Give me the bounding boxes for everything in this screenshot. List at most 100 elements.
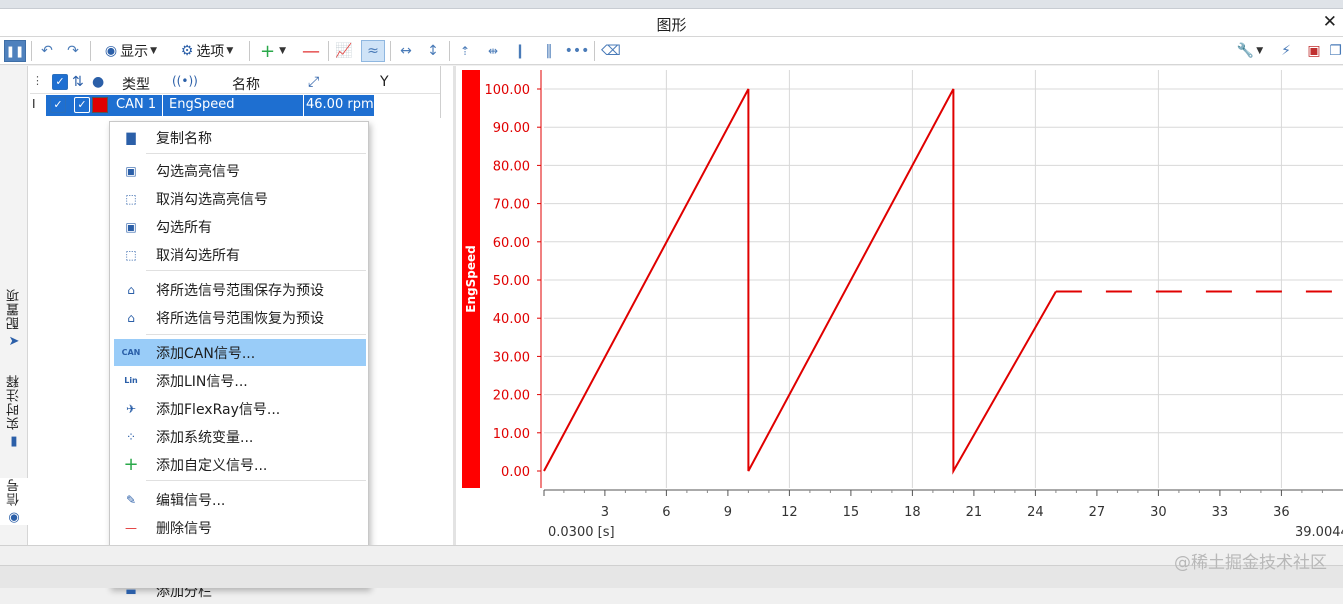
menu-item[interactable]: CAN 添加CAN信号... — [114, 339, 366, 366]
menu-item[interactable]: ▇ 复制名称 — [114, 124, 366, 151]
more-button[interactable]: ••• — [565, 40, 590, 62]
y-tick-label: 20.00 — [493, 389, 530, 404]
chart-area[interactable]: EngSpeed 0.00 10.00 20.00 30.00 40.00 50.00 60.… — [456, 66, 1343, 545]
row-value-cell: 46.00 rpm — [304, 95, 374, 116]
row-highlight-checkbox[interactable]: ✓ — [74, 97, 90, 113]
copy-icon: ❐ — [1329, 43, 1342, 59]
side-tab-strip: 配置项 ➤ 实时注释 ▮ 信号 ◉ — [0, 66, 28, 545]
axis-icon: ⤢ — [308, 74, 320, 90]
side-tab-config[interactable]: 配置项 ➤ — [0, 288, 28, 349]
cursor-one-button[interactable]: ❙ — [513, 40, 527, 62]
broadcast-icon: ((•)) — [172, 74, 198, 88]
x-tick-label: 15 — [843, 505, 860, 520]
zoom-in-icon: ⇡ — [459, 44, 471, 58]
remove-signal-button[interactable]: — — [298, 40, 324, 62]
zoom-out-button[interactable]: ⇹ — [482, 40, 504, 62]
palette-icon: ● — [92, 74, 105, 90]
menu-item[interactable]: ⁘ 添加系统变量... — [114, 423, 366, 450]
check-all-header-checkbox[interactable]: ✓ — [52, 73, 68, 90]
show-menu-button[interactable]: ◉ 显示 ▼ — [96, 40, 166, 62]
options-menu-label: 选项 — [196, 44, 225, 60]
side-tab-annotation[interactable]: 实时注释 ▮ — [0, 374, 28, 449]
toolbar-separator — [449, 41, 450, 61]
menu-item[interactable]: ▣ 勾选所有 — [114, 213, 366, 240]
menu-item[interactable]: — 删除信号 — [114, 514, 366, 541]
x-tick-label: 27 — [1089, 505, 1106, 520]
eraser-button[interactable]: ⌫ — [600, 40, 622, 62]
row-checkbox[interactable]: ✓ — [50, 97, 66, 113]
menu-item-label: 取消勾选所有 — [156, 247, 240, 264]
menu-item[interactable]: Lin 添加LIN信号... — [114, 367, 366, 394]
chart-svg: EngSpeed0.0010.0020.0030.0040.0050.0060.… — [462, 70, 1343, 540]
window-icon: ▣ — [1307, 43, 1321, 59]
y-column-header[interactable]: Y — [380, 74, 389, 90]
x-tick-label: 36 — [1273, 505, 1290, 520]
row-menu-icon[interactable]: ⋮ — [32, 74, 43, 87]
single-axis-button[interactable]: 📈 — [333, 40, 355, 62]
zoom-in-button[interactable]: ⇡ — [455, 40, 475, 62]
menu-item[interactable]: ▣ 勾选高亮信号 — [114, 157, 366, 184]
x-tick-label: 21 — [966, 505, 983, 520]
y-tick-label: 50.00 — [493, 274, 530, 289]
eraser-icon: ⌫ — [601, 43, 621, 59]
undo-button[interactable]: ↶ — [36, 40, 58, 62]
context-menu: ▇ 复制名称 ▣ 勾选高亮信号 ⬚ 取消勾选高亮信号 ▣ 勾选所有 ⬚ 取消勾选所有 ⌂ 将所选信号范… — [109, 121, 369, 600]
watermark: @稀土掘金技术社区 — [1174, 553, 1327, 573]
menu-item[interactable]: + 添加自定义信号... — [114, 451, 366, 478]
minus-icon: — — [125, 520, 137, 535]
menu-item[interactable]: ⌂ 将所选信号范围恢复为预设 — [114, 304, 366, 331]
tools-button[interactable]: 🔧 ▼ — [1234, 40, 1266, 62]
pause-button[interactable]: ❚❚ — [4, 40, 26, 62]
menu-item-label: 取消勾选高亮信号 — [156, 191, 268, 208]
x-tick-label: 6 — [662, 505, 670, 520]
x-end-label: 39.0044 — [1295, 525, 1343, 540]
note-icon: ▮ — [10, 434, 18, 449]
y-axis-label: EngSpeed — [464, 245, 478, 312]
options-menu-button[interactable]: ⚙ 选项 ▼ — [172, 40, 242, 62]
x-tick-label: 12 — [781, 505, 798, 520]
side-tab-config-label: 配置项 — [6, 288, 22, 330]
show-menu-label: 显示 — [120, 44, 149, 60]
table-row[interactable]: I ✓ ✓ CAN 1 EngSpeed 46.00 rpm — [30, 95, 440, 116]
window-layout-button[interactable]: ▣ — [1304, 40, 1324, 62]
menu-item[interactable]: ⬚ 取消勾选所有 — [114, 241, 366, 268]
toolbar-separator — [594, 41, 595, 61]
fit-vertical-button[interactable]: ↕ — [422, 40, 444, 62]
menu-item-label: 添加LIN信号... — [156, 373, 248, 390]
menu-item[interactable]: ✈ 添加FlexRay信号... — [114, 395, 366, 422]
home-restore-icon: ⌂ — [127, 310, 135, 325]
signal-color-swatch[interactable] — [92, 97, 108, 113]
sort-icon[interactable]: ⇅ — [72, 74, 84, 90]
close-button[interactable]: ✕ — [1323, 12, 1337, 32]
menu-item[interactable]: ⌂ 将所选信号范围保存为预设 — [114, 276, 366, 303]
check-highlight-icon: ▣ — [125, 163, 137, 178]
trigger-button[interactable]: ⚡ — [1276, 40, 1296, 62]
y-tick-label: 80.00 — [493, 159, 530, 174]
menu-item-label: 添加系统变量... — [156, 429, 254, 446]
x-tick-label: 3 — [601, 505, 609, 520]
lightning-icon: ⚡ — [1281, 43, 1291, 59]
redo-button[interactable]: ↷ — [62, 40, 84, 62]
y-tick-label: 10.00 — [493, 427, 530, 442]
add-signal-button[interactable]: + ▼ — [255, 40, 291, 62]
cursor-two-button[interactable]: ‖ — [541, 40, 557, 62]
undo-icon: ↶ — [41, 43, 53, 59]
y-tick-label: 0.00 — [501, 465, 530, 480]
window-title: 图形 — [656, 16, 687, 34]
menu-item[interactable]: ⬚ 取消勾选高亮信号 — [114, 185, 366, 212]
menu-item-label: 将所选信号范围保存为预设 — [156, 282, 324, 299]
fit-horizontal-button[interactable]: ↔ — [395, 40, 417, 62]
toolbar-separator — [31, 41, 32, 61]
menu-separator — [146, 334, 366, 335]
cursor-bar-icon: ❙ — [514, 43, 526, 59]
title-bar: 图形 ✕ — [0, 9, 1343, 37]
copy-window-button[interactable]: ❐ — [1328, 40, 1343, 62]
menu-item[interactable]: ✎ 编辑信号... — [114, 486, 366, 513]
side-tab-signal[interactable]: 信号 ◉ — [0, 478, 28, 525]
name-column-header[interactable]: 名称 — [232, 74, 260, 94]
fit-horizontal-icon: ↔ — [400, 43, 412, 59]
multi-axis-button[interactable]: ≈ — [361, 40, 385, 62]
type-column-header[interactable]: 类型 — [122, 74, 150, 94]
lin-icon: Lin — [124, 376, 138, 385]
pencil-icon: ✎ — [125, 492, 137, 507]
